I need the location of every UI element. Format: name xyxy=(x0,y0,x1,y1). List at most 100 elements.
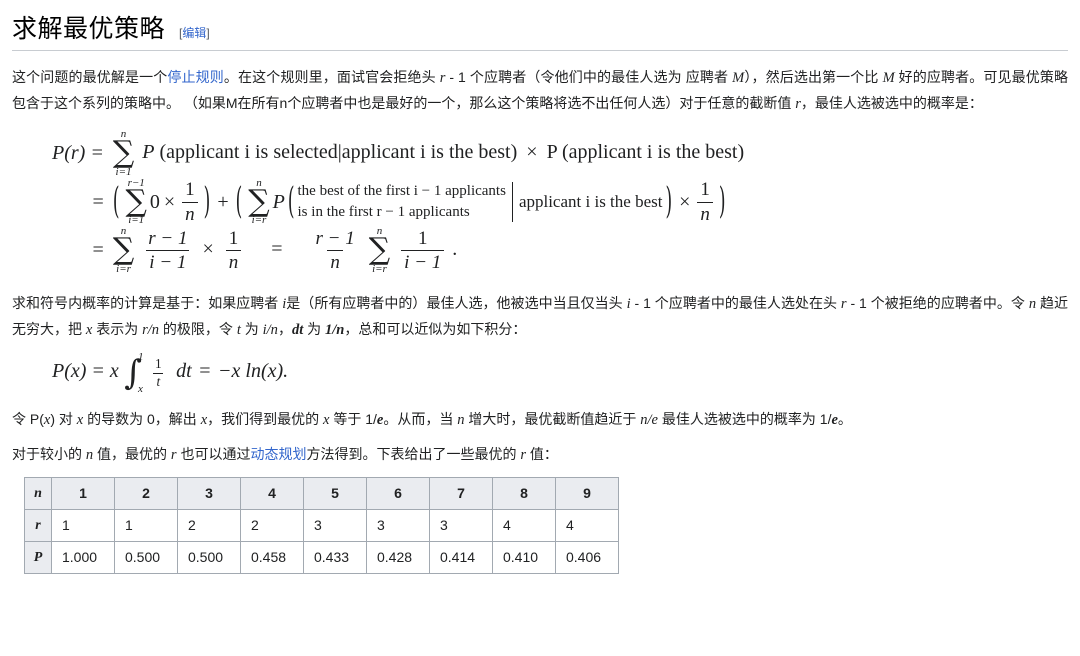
fraction-one-over-i-minus-1: 1 i − 1 xyxy=(401,228,445,274)
f2-lhs: P(x) = x xyxy=(52,360,119,382)
f1-frac5-num: r − 1 xyxy=(315,227,355,249)
table-cell-p-7: 0.414 xyxy=(429,540,493,574)
p2-seg4: - 1 个被拒绝的应聘者中。令 xyxy=(846,294,1029,311)
summation-icon-1: n ∑ i=1 xyxy=(112,128,135,178)
integral-upper: 1 xyxy=(138,350,144,363)
p1-var-m-2: M xyxy=(882,70,895,87)
p2-seg2: 是（所有应聘者中的）最佳人选，他被选中当且仅当头 xyxy=(286,294,627,311)
formula-1-row-3: = n ∑ i=r r − 1 i − 1 × 1 n = r − 1 n n … xyxy=(52,226,744,275)
table-cell-n-7: 7 xyxy=(429,476,493,510)
f1-frac2-num: 1 xyxy=(700,179,710,201)
article-page: 求解最优策略 [编辑] 这个问题的最优解是一个停止规则。在这个规则里，面试官会拒… xyxy=(0,0,1080,574)
formula-block-1: P(r) = n ∑ i=1 P (applicant i is selecte… xyxy=(12,129,1068,275)
p3-var-n-1: n xyxy=(457,411,465,428)
link-stopping-rule[interactable]: 停止规则 xyxy=(167,69,224,85)
conditional-case-stack: the best of the first i − 1 applicants i… xyxy=(298,181,506,224)
left-paren-1: ( xyxy=(112,180,120,224)
f1-frac4-num: 1 xyxy=(228,227,239,249)
p4-seg1: 对于较小的 xyxy=(12,445,86,462)
case-line-1: the best of the first i − 1 applicants xyxy=(297,182,506,199)
p1-seg6: ，最佳人选被选中的概率是： xyxy=(800,95,983,112)
f1-zero: 0 xyxy=(149,190,160,213)
f1-given-best: applicant i is the best xyxy=(518,192,663,212)
formula-1-row-2: = ( r−1 ∑ i=1 0 × 1 n) + (n ∑ i=r P (… xyxy=(52,176,744,227)
table-cell-p-3: 0.500 xyxy=(177,540,241,574)
f1-frac1-num: 1 xyxy=(185,179,195,201)
p3-seg8: 最佳人选被选中的概率为 1/ xyxy=(658,410,832,427)
table-rowlabel-r: r xyxy=(24,508,52,542)
summation-icon-5: n ∑ i=r xyxy=(368,225,391,275)
formula-1-rhs-1: n ∑ i=1 P (applicant i is selected|appli… xyxy=(112,128,745,178)
f1-cond-selected: applicant i is selected xyxy=(166,141,338,164)
fraction-r-minus-1-over-i-minus-1: r − 1 i − 1 xyxy=(145,228,190,274)
p4-seg3: 也可以通过 xyxy=(176,445,251,462)
table-cell-n-9: 9 xyxy=(555,476,619,510)
f1-times-3: × xyxy=(679,190,691,213)
table-body: n 1 2 3 4 5 6 7 8 9 r 1 1 2 2 3 3 3 4 4 … xyxy=(24,476,619,574)
p2-seg6: 表示为 xyxy=(92,320,143,337)
f2-equals: = xyxy=(199,360,211,382)
table-row-r: r 1 1 2 2 3 3 3 4 4 xyxy=(24,508,619,542)
p3-seg5: 等于 1/ xyxy=(329,410,377,427)
formula-1-row-1: P(r) = n ∑ i=1 P (applicant i is selecte… xyxy=(52,129,744,178)
optimal-r-table: n 1 2 3 4 5 6 7 8 9 r 1 1 2 2 3 3 3 4 4 … xyxy=(24,476,619,574)
conditional-bar xyxy=(511,182,513,223)
p1-seg2: 。在这个规则里，面试官会拒绝头 xyxy=(223,69,440,86)
formula-1-rhs-2: ( r−1 ∑ i=1 0 × 1 n ) + (n ∑ i=r P (th… xyxy=(110,176,744,227)
table-cell-r-8: 4 xyxy=(492,508,556,542)
formula-1-lhs-2: = xyxy=(52,178,110,227)
table-cell-r-6: 3 xyxy=(366,508,430,542)
table-rowlabel-n: n xyxy=(24,476,52,510)
table-cell-r-3: 2 xyxy=(177,508,241,542)
edit-section-link: [编辑] xyxy=(179,24,210,41)
table-cell-r-9: 4 xyxy=(555,508,619,542)
table-rowlabel-p: P xyxy=(24,540,52,574)
table-cell-p-9: 0.406 xyxy=(555,540,619,574)
paragraph-2: 求和符号内概率的计算是基于：如果应聘者 i是（所有应聘者中的）最佳人选，他被选中… xyxy=(12,291,1068,343)
p3-seg2: ) 对 xyxy=(50,410,77,427)
f1-times-2: × xyxy=(163,190,176,213)
formula-block-2: P(x) = x ∫ 1 x 1 t dt = −x ln(x). xyxy=(12,351,1068,395)
p1-seg1: 这个问题的最优解是一个 xyxy=(12,69,168,86)
left-paren-2: ( xyxy=(235,180,243,224)
edit-link[interactable]: 编辑 xyxy=(182,26,206,40)
table-cell-n-3: 3 xyxy=(177,476,241,510)
f1-lhs3-text: = xyxy=(92,239,104,262)
p1-seg4: ），然后选出第一个比 xyxy=(744,69,883,86)
summation-icon-4: n ∑ i=r xyxy=(112,225,135,275)
right-paren-1: ) xyxy=(203,180,211,224)
fraction-one-over-n-3: 1 n xyxy=(225,227,242,274)
table-cell-n-4: 4 xyxy=(240,476,304,510)
formula-1-rhs-3: n ∑ i=r r − 1 i − 1 × 1 n = r − 1 n n ∑ … xyxy=(110,226,744,275)
f1-lhs1-text: P(r) = xyxy=(52,141,104,164)
right-paren-3: ) xyxy=(665,180,673,224)
table-cell-r-5: 3 xyxy=(303,508,367,542)
f1-p-symbol-2: P xyxy=(272,190,285,213)
p2-var-1-over-n: 1/n xyxy=(325,321,345,338)
p4-seg4: 方法得到。下表给出了一些最优的 xyxy=(306,445,521,462)
p2-seg7: 的极限，令 xyxy=(159,320,237,337)
f1-times-4: × xyxy=(202,238,214,261)
fraction-one-over-n-1: 1 n xyxy=(182,179,198,225)
summation-icon-3: n ∑ i=r xyxy=(248,176,270,227)
f1-frac3-den: i − 1 xyxy=(146,250,190,273)
f1-frac1-den: n xyxy=(182,201,198,225)
paragraph-3: 令 P(x) 对 x 的导数为 0，解出 x，我们得到最优的 x 等于 1/e。… xyxy=(12,407,1068,433)
right-paren-2: ) xyxy=(718,180,726,224)
p3-seg9: 。 xyxy=(837,410,852,427)
f1-cond-best: applicant i is the best xyxy=(341,141,511,164)
table-cell-n-5: 5 xyxy=(303,476,367,510)
p2-seg8: 为 xyxy=(240,320,263,337)
f1-equals-mid: = xyxy=(271,238,283,261)
p3-seg1: 令 P( xyxy=(12,410,44,427)
table-cell-n-2: 2 xyxy=(114,476,178,510)
p1-seg3: - 1 个应聘者（令他们中的最佳人选为 应聘者 xyxy=(445,69,733,86)
f1-prob-best: P (applicant i is the best) xyxy=(546,141,745,164)
p3-seg4: ，我们得到最优的 xyxy=(207,410,324,427)
sum2-lower: i=1 xyxy=(128,214,145,227)
link-dynamic-programming[interactable]: 动态规划 xyxy=(250,446,306,462)
p2-seg3: - 1 个应聘者中的最佳人选处在头 xyxy=(630,294,841,311)
p3-seg6: 。从而，当 xyxy=(383,410,458,427)
sum3-lower: i=r xyxy=(251,214,267,227)
table-row-n: n 1 2 3 4 5 6 7 8 9 xyxy=(24,476,619,510)
